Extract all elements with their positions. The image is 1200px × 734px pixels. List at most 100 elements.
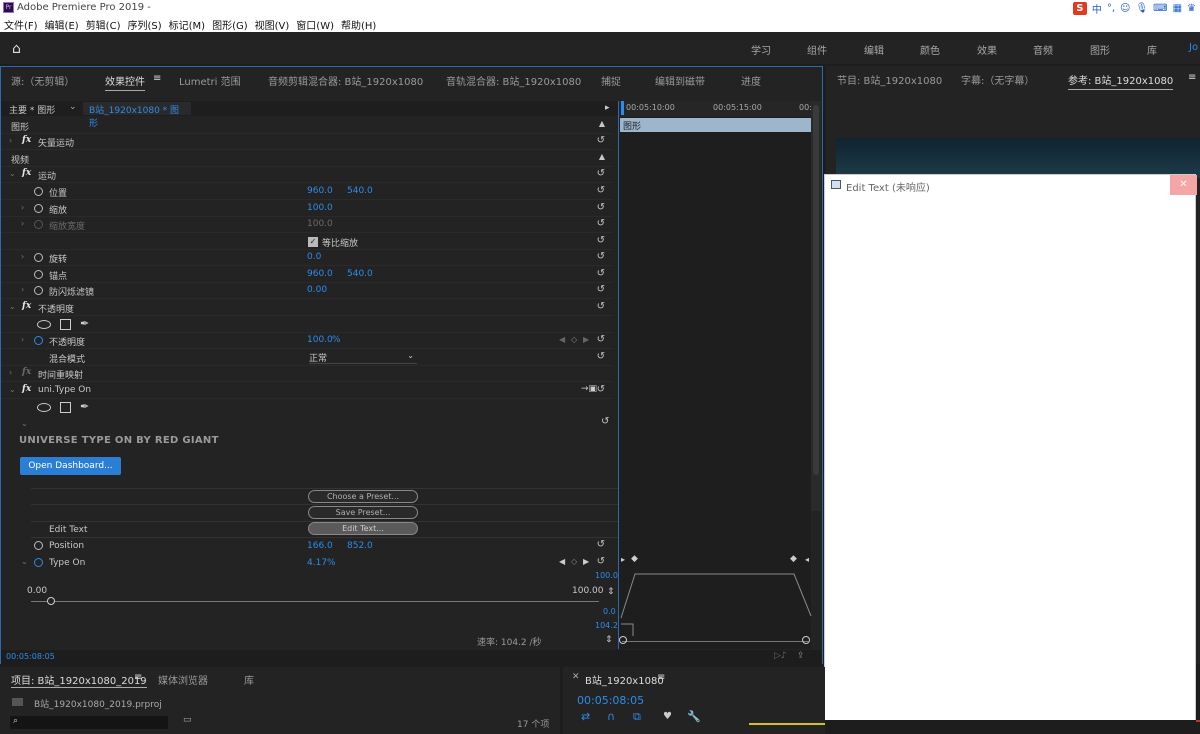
vertical-scrollbar[interactable] [811, 101, 821, 511]
expand-icon[interactable]: › [21, 335, 24, 344]
snap-icon[interactable]: ∩ [607, 710, 615, 723]
typeon-position-y[interactable]: 852.0 [347, 541, 373, 551]
next-keyframe-icon[interactable]: ▶ [583, 335, 589, 344]
reset-icon[interactable]: ↺ [597, 185, 605, 196]
keyboard-icon[interactable]: ⌨ [1153, 3, 1167, 14]
close-icon[interactable]: ✕ [572, 672, 580, 682]
anti-flicker-value[interactable]: 0.00 [307, 285, 327, 295]
tab-source[interactable]: 源:（无剪辑） [11, 73, 74, 88]
master-clip-label[interactable]: 主要 * 图形 [9, 103, 55, 116]
keyframe-nav-icon[interactable]: ▸ [621, 555, 625, 564]
play-audio-icon[interactable]: ▷♪ [774, 651, 787, 661]
fx-icon[interactable]: fx [22, 301, 31, 311]
stopwatch-icon[interactable] [34, 270, 43, 279]
tab-lumetri-scopes[interactable]: Lumetri 范围 [179, 73, 241, 88]
workspace-assembly[interactable]: 组件 [807, 42, 827, 57]
zoom-handle-right[interactable] [802, 636, 810, 644]
rectangle-mask-icon[interactable] [60, 402, 71, 413]
wrench-icon[interactable]: 🔧 [687, 710, 701, 723]
sogou-ime-icon[interactable]: S [1072, 1, 1087, 15]
nest-toggle-icon[interactable]: ⇄ [581, 710, 590, 723]
menu-graphics[interactable]: 图形(G) [212, 17, 248, 32]
reset-icon[interactable]: ↺ [597, 556, 605, 567]
timeline-clip-bar[interactable]: 图形 [620, 118, 812, 132]
tab-capture[interactable]: 捕捉 [601, 73, 621, 88]
reset-icon[interactable]: ↺ [597, 251, 605, 262]
dialog-close-button[interactable]: ✕ [1170, 175, 1197, 195]
microphone-icon[interactable]: 🎙 [1135, 3, 1148, 14]
prev-keyframe-icon[interactable]: ◀ [559, 335, 565, 344]
collapse-icon[interactable]: ⌄ [9, 169, 16, 178]
keyframe-nav-icon[interactable]: ◂ [805, 555, 809, 564]
open-dashboard-button[interactable]: Open Dashboard... [20, 457, 121, 475]
reset-icon[interactable]: ↺ [597, 539, 605, 550]
emoji-icon[interactable]: ☺ [1120, 3, 1130, 14]
workspace-audio[interactable]: 音频 [1033, 42, 1053, 57]
graph-scale-icon[interactable]: ⇕ [607, 587, 615, 597]
graph-scale-icon[interactable]: ⇕ [605, 635, 613, 645]
rectangle-mask-icon[interactable] [60, 319, 71, 330]
collapse-icon[interactable]: ⌄ [9, 385, 16, 394]
export-frame-icon[interactable]: ⇪ [797, 651, 805, 661]
expand-icon[interactable]: › [21, 203, 24, 212]
expand-icon[interactable]: › [21, 285, 24, 294]
workspace-libraries[interactable]: 库 [1147, 42, 1157, 57]
expand-icon[interactable]: › [9, 368, 12, 377]
menu-sequence[interactable]: 序列(S) [127, 17, 161, 32]
tab-menu-icon[interactable]: ≡ [153, 73, 161, 84]
tab-libraries[interactable]: 库 [244, 672, 254, 687]
collapse-icon[interactable]: ⌄ [21, 419, 28, 428]
workspace-effects[interactable]: 效果 [977, 42, 997, 57]
tab-progress[interactable]: 进度 [741, 73, 761, 88]
tab-effect-controls[interactable]: 效果控件 [105, 73, 145, 91]
fx-icon[interactable]: fx [22, 168, 31, 178]
stopwatch-icon[interactable] [34, 204, 43, 213]
collapse-icon[interactable]: ⌄ [21, 557, 28, 566]
home-icon[interactable]: ⌂ [12, 41, 21, 57]
ellipse-mask-icon[interactable] [37, 403, 51, 412]
reset-icon[interactable]: ↺ [597, 351, 605, 362]
tab-edit-to-tape[interactable]: 编辑到磁带 [655, 73, 705, 88]
pen-mask-icon[interactable]: ✒ [80, 400, 89, 413]
timeline-scrollbar[interactable] [622, 641, 808, 642]
expand-icon[interactable]: › [21, 252, 24, 261]
keyframe-diamond-icon[interactable]: ◆ [790, 554, 797, 564]
anchor-x-value[interactable]: 960.0 [307, 269, 333, 279]
tab-project[interactable]: 项目: B站_1920x1080_2019 [11, 672, 147, 688]
menu-help[interactable]: 帮助(H) [341, 17, 376, 32]
stopwatch-icon[interactable] [34, 187, 43, 196]
ellipse-mask-icon[interactable] [37, 320, 51, 329]
position-x-value[interactable]: 960.0 [307, 186, 333, 196]
program-video-frame[interactable] [836, 138, 1200, 178]
fx-icon[interactable]: fx [22, 384, 31, 394]
typeon-slider[interactable] [31, 597, 599, 607]
menu-markers[interactable]: 标记(M) [169, 17, 205, 32]
reset-icon[interactable]: ↺ [597, 235, 605, 246]
skin-icon[interactable]: ♛ [1187, 3, 1196, 14]
scrollbar-thumb[interactable] [813, 105, 819, 475]
checkbox-checked-icon[interactable]: ✓ [308, 237, 318, 247]
value-graph[interactable] [619, 566, 812, 636]
zoom-handle-left[interactable] [619, 636, 627, 644]
rotation-value[interactable]: 0.0 [307, 252, 321, 262]
anchor-y-value[interactable]: 540.0 [347, 269, 373, 279]
workspace-color[interactable]: 颜色 [920, 42, 940, 57]
menu-edit[interactable]: 编辑(E) [45, 17, 79, 32]
sequence-clip-label[interactable]: B站_1920x1080 * 图形 [83, 102, 191, 129]
position-y-value[interactable]: 540.0 [347, 186, 373, 196]
tab-program[interactable]: 节目: B站_1920x1080 [837, 72, 942, 87]
add-marker-icon[interactable]: ♥ [663, 711, 672, 722]
tab-audio-track-mixer[interactable]: 音轨混合器: B站_1920x1080 [446, 73, 581, 88]
reset-icon[interactable]: ↺ [597, 301, 605, 312]
workspace-editing[interactable]: 编辑 [864, 42, 884, 57]
next-keyframe-icon[interactable]: ▶ [583, 557, 589, 566]
reset-icon[interactable]: ↺ [597, 268, 605, 279]
tab-menu-icon[interactable]: ≡ [657, 672, 665, 683]
stopwatch-icon[interactable] [34, 253, 43, 262]
keyframe-diamond-icon[interactable]: ◆ [631, 554, 638, 564]
effect-timecode[interactable]: 00:05:08:05 [6, 652, 55, 661]
workspace-graphics[interactable]: 图形 [1090, 42, 1110, 57]
stopwatch-icon[interactable] [34, 336, 43, 345]
collapse-up-icon[interactable]: ▲ [599, 119, 605, 128]
reset-icon[interactable]: ↺ [597, 384, 605, 395]
